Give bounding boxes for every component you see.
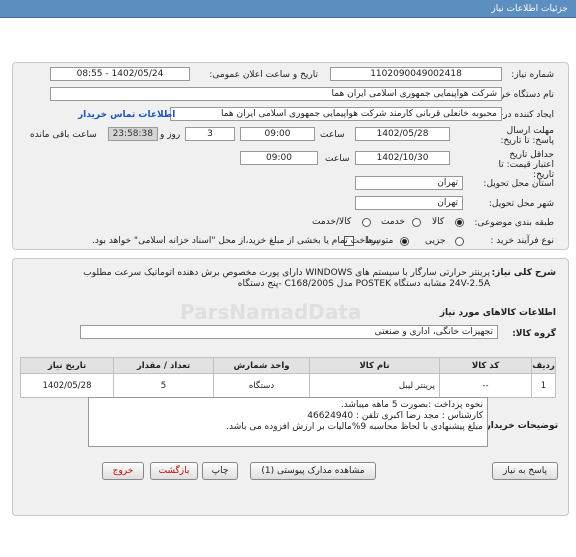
category-goods-radio[interactable] [455,218,464,227]
col-name-header: نام کالا [309,357,440,374]
exit-button[interactable]: خروج [102,462,144,480]
deadline-price-date: 1402/10/30 [355,151,450,165]
table-header-row: ردیف کد کالا نام کالا واحد شمارش تعداد /… [20,357,556,374]
reply-button[interactable]: پاسخ به نیاز [492,462,558,480]
remaining-time-label: ساعت باقی مانده [30,130,97,140]
goods-group-field: تجهیزات خانگی، اداری و صنعتی [80,325,498,339]
requester-field: محبوبه خانعلی قربانی کارمند شرکت هواپیما… [170,107,502,121]
need-number-field: 1102090049002418 [330,67,502,81]
remaining-days-field: 3 [185,127,235,141]
category-label: طبقه بندی موضوعی: [474,218,554,228]
city-field: تهران [355,196,463,210]
print-button[interactable]: چاپ [202,462,238,480]
summary-box: پرینتر حرارتی سارگار با سیستم های WINDOW… [76,266,494,304]
announce-date-label: تاریخ و ساعت اعلان عمومی: [209,70,318,80]
attachments-button[interactable]: مشاهده مدارک پیوستی (1) [250,462,376,480]
treasury-note: پرداخت تمام یا بخشی از مبلغ خرید،از محل … [92,236,380,246]
city-label: شهر محل تحویل: [488,199,554,209]
province-field: تهران [355,176,463,190]
back-button[interactable]: بازگشت [150,462,198,480]
summary-line-1: پرینتر حرارتی سارگار با سیستم های WINDOW… [83,268,490,278]
deadline-price-time: 09:00 [240,151,318,165]
buyer-notes-line-3: مبلغ پیشنهادی با لحاظ محاسبه 9%مالیات بر… [226,422,483,432]
summary-label: شرح کلی نیاز: [491,268,556,278]
deadline-send-label: مهلت ارسال پاسخ: تا تاریخ: [500,126,554,146]
deadline-send-date: 1402/05/28 [355,127,450,141]
table-row: 1 -- پرینتر لیبل دستگاه 5 1402/05/28 [20,373,556,398]
goods-table: ردیف کد کالا نام کالا واحد شمارش تعداد /… [20,357,556,398]
category-goods-service-label: کالا/خدمت [312,217,352,227]
cell-code: -- [439,373,532,398]
col-date-header: تاریخ نیاز [20,357,114,374]
cell-name: پرینتر لیبل [309,373,440,398]
col-unit-header: واحد شمارش [213,357,310,374]
need-number-label: شماره نیاز: [511,70,554,80]
announce-date-field: 1402/05/24 - 08:55 [50,67,190,81]
cell-row: 1 [531,373,556,398]
category-service-radio[interactable] [412,218,421,227]
col-code-header: کد کالا [439,357,532,374]
buyer-notes-label: توضیحات خریدار: [482,421,558,431]
buyer-notes-line-1: نحوه پرداخت :بصورت 5 ماهه میباشد. [340,400,483,410]
days-label: روز و [160,130,181,140]
page-title: جزئیات اطلاعات نیاز [491,4,568,14]
col-qty-header: تعداد / مقدار [113,357,214,374]
goods-group-label: گروه کالا: [512,329,556,339]
goods-info-title: اطلاعات کالاهای مورد نیاز [439,308,556,318]
window-title-bar: جزئیات اطلاعات نیاز [0,0,576,18]
purchase-medium-radio[interactable] [400,237,409,246]
purchase-type-label: نوع فرآیند خرید : [490,236,554,246]
deadline-send-time-label: ساعت [320,130,345,140]
cell-qty: 5 [113,373,214,398]
purchase-partial-label: جزیی [425,236,446,246]
buyer-notes-box: نحوه پرداخت :بصورت 5 ماهه میباشد. کارشنا… [88,397,488,447]
cell-date: 1402/05/28 [20,373,114,398]
category-goods-service-radio[interactable] [362,218,371,227]
category-service-label: خدمت [381,217,405,227]
purchase-partial-radio[interactable] [455,237,464,246]
buyer-org-field: شرکت هواپیمایی جمهوری اسلامی ایران هما [50,87,502,101]
deadline-price-time-label: ساعت [325,154,350,164]
remaining-time-field: 23:58:38 [108,127,158,141]
col-row-header: ردیف [531,357,556,374]
deadline-price-label: حداقل تاریخ اعتبار قیمت: تا تاریخ: [498,150,554,180]
buyer-notes-line-2: کارشناس : مجد رضا اکبری تلفن : 46624940 [307,411,483,421]
deadline-send-time: 09:00 [240,127,315,141]
category-goods-label: کالا [432,217,445,227]
buyer-contact-link[interactable]: اطلاعات تماس خریدار [78,110,175,120]
summary-line-2: 24V-2.5A مشابه دستگاه POSTEK مدل C168/20… [237,279,490,289]
province-label: استان محل تحویل: [483,179,554,189]
cell-unit: دستگاه [213,373,310,398]
